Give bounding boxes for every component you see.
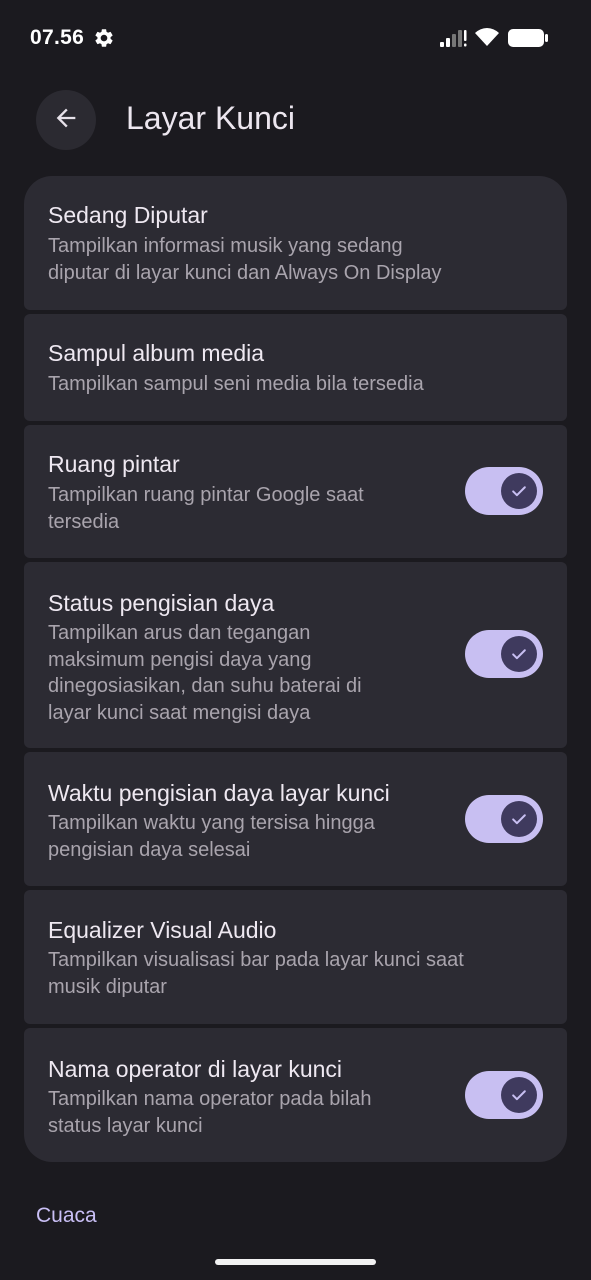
battery-icon (508, 28, 548, 48)
setting-title: Sedang Diputar (48, 202, 208, 228)
toggle-switch[interactable] (465, 630, 543, 678)
toggle-switch[interactable] (465, 467, 543, 515)
setting-description-line: dinegosiasikan, dan suhu baterai di (48, 675, 362, 697)
setting-description: Tampilkan nama operator pada bilah statu… (48, 1086, 372, 1139)
arrow-left-icon (52, 104, 80, 137)
setting-description: Tampilkan waktu yang tersisa hingga peng… (48, 810, 375, 863)
weather-section-link[interactable]: Cuaca (36, 1204, 97, 1228)
app-bar: Layar Kunci (0, 76, 591, 168)
setting-description-line: Tampilkan visualisasi bar pada layar kun… (48, 949, 464, 971)
setting-description: Tampilkan arus dan tegangan maksimum pen… (48, 620, 362, 726)
setting-album-art[interactable]: Sampul album media Tampilkan sampul seni… (24, 314, 567, 421)
settings-list: Sedang Diputar Tampilkan informasi musik… (24, 176, 567, 1162)
toggle-knob (501, 636, 537, 672)
setting-title: Sampul album media (48, 340, 265, 366)
setting-title: Ruang pintar (48, 451, 180, 477)
back-button[interactable] (36, 90, 96, 150)
check-icon (512, 1090, 526, 1101)
toggle-switch[interactable] (465, 1071, 543, 1119)
page-title: Layar Kunci (126, 100, 295, 136)
setting-description-line: Tampilkan nama operator pada bilah (48, 1088, 372, 1110)
setting-title: Status pengisian daya (48, 590, 275, 616)
setting-carrier-name[interactable]: Nama operator di layar kunci Tampilkan n… (24, 1028, 567, 1162)
setting-description-line: Tampilkan arus dan tegangan (48, 622, 311, 644)
toggle-knob (501, 473, 537, 509)
setting-description: Tampilkan visualisasi bar pada layar kun… (48, 947, 464, 1000)
setting-description-line: diputar di layar kunci dan Always On Dis… (48, 261, 442, 284)
setting-smartspace[interactable]: Ruang pintar Tampilkan ruang pintar Goog… (24, 425, 567, 558)
status-time: 07.56 (30, 26, 85, 49)
check-icon (512, 814, 526, 825)
setting-now-playing[interactable]: Sedang Diputar Tampilkan informasi musik… (24, 176, 567, 310)
check-icon (512, 649, 526, 660)
setting-description-line: status layar kunci (48, 1114, 203, 1137)
wifi-icon (474, 26, 500, 48)
setting-description-line: musik diputar (48, 975, 167, 998)
setting-title: Nama operator di layar kunci (48, 1056, 343, 1082)
setting-description-line: pengisian daya selesai (48, 838, 251, 861)
setting-description-line: layar kunci saat mengisi daya (48, 701, 311, 724)
setting-description: Tampilkan sampul seni media bila tersedi… (48, 371, 424, 398)
toggle-knob (501, 1077, 537, 1113)
setting-description-line: Tampilkan sampul seni media bila tersedi… (48, 373, 424, 395)
setting-description: Tampilkan ruang pintar Google saat terse… (48, 482, 364, 535)
setting-title: Equalizer Visual Audio (48, 917, 277, 943)
toggle-switch[interactable] (465, 795, 543, 843)
gear-icon (93, 27, 115, 49)
setting-title: Waktu pengisian daya layar kunci (48, 780, 390, 806)
setting-description: Tampilkan informasi musik yang sedang di… (48, 233, 442, 286)
setting-charging-status[interactable]: Status pengisian daya Tampilkan arus dan… (24, 562, 567, 748)
setting-description-line: tersedia (48, 510, 120, 533)
toggle-knob (501, 801, 537, 837)
setting-description-line: maksimum pengisi daya yang (48, 648, 312, 671)
home-indicator[interactable] (215, 1259, 376, 1265)
setting-charging-time[interactable]: Waktu pengisian daya layar kunci Tampilk… (24, 752, 567, 886)
setting-description-line: Tampilkan waktu yang tersisa hingga (48, 812, 375, 834)
setting-audio-visualizer[interactable]: Equalizer Visual Audio Tampilkan visuali… (24, 890, 567, 1024)
setting-description-line: Tampilkan informasi musik yang sedang (48, 235, 403, 257)
check-icon (512, 486, 526, 497)
status-bar: 07.56 (0, 0, 591, 76)
signal-icon (440, 28, 468, 48)
setting-description-line: Tampilkan ruang pintar Google saat (48, 484, 364, 506)
